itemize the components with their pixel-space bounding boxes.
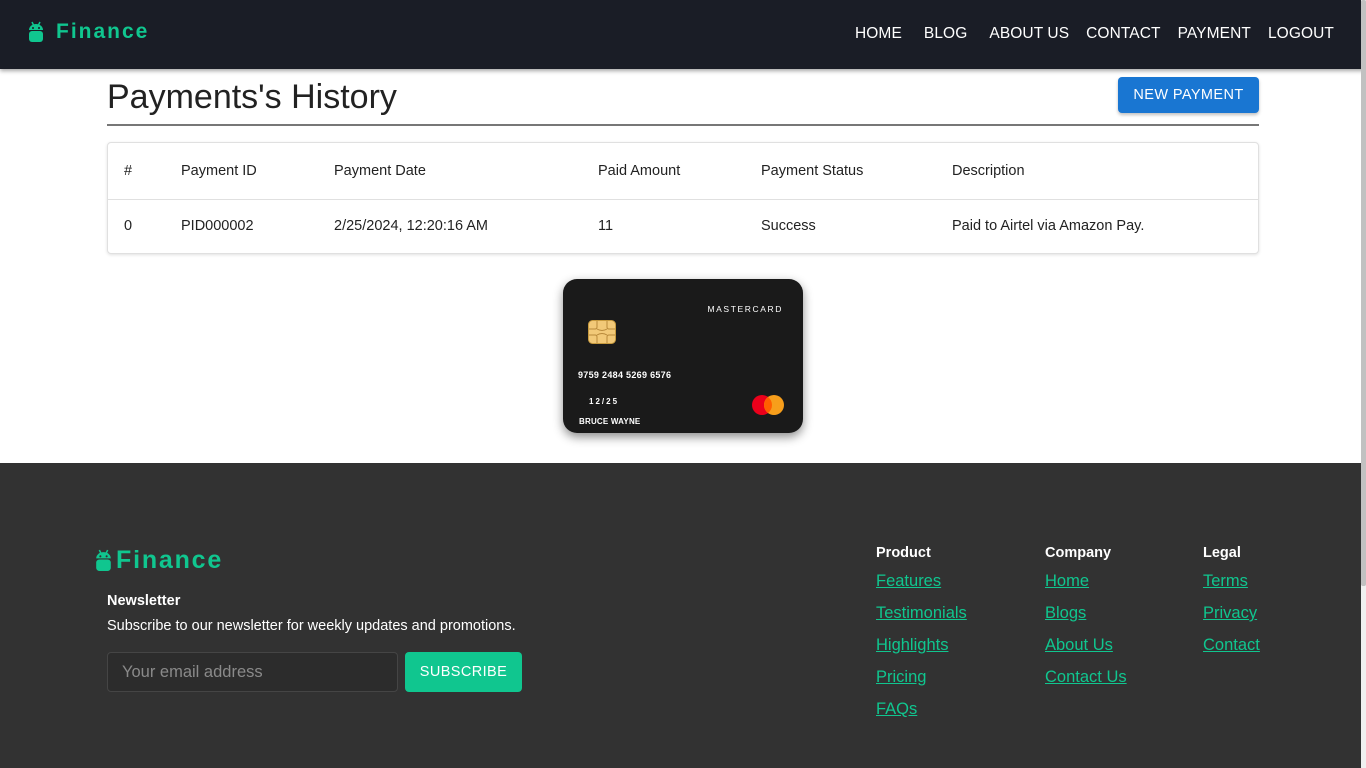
new-payment-button[interactable]: NEW PAYMENT [1118, 77, 1259, 113]
cell-paid-amount: 11 [598, 218, 614, 235]
nav-logout[interactable]: LOGOUT [1268, 25, 1334, 43]
nav-home[interactable]: HOME [855, 25, 902, 43]
col-header-payment-id: Payment ID [181, 143, 334, 200]
android-icon [29, 21, 43, 42]
page-scrollbar[interactable] [1361, 0, 1366, 768]
col-header-paid-amount: Paid Amount [598, 143, 761, 200]
nav-payment[interactable]: PAYMENT [1178, 25, 1251, 43]
payments-table: # Payment ID Payment Date Paid Amount Pa… [108, 143, 1258, 253]
col-header-payment-date: Payment Date [334, 143, 598, 200]
brand-name: Finance [56, 20, 150, 43]
mastercard-logo-icon [752, 395, 784, 415]
title-divider [107, 124, 1259, 126]
nav-contact[interactable]: CONTACT [1086, 25, 1160, 43]
page-title: Payments's History [107, 78, 397, 116]
footer-link-highlights[interactable]: Highlights [876, 636, 967, 655]
footer-link-about-us[interactable]: About Us [1045, 636, 1127, 655]
payments-table-container: # Payment ID Payment Date Paid Amount Pa… [107, 142, 1259, 254]
brand-logo[interactable]: Finance [28, 20, 149, 44]
footer-column-company: Company Home Blogs About Us Contact Us [1045, 545, 1127, 700]
footer-link-features[interactable]: Features [876, 572, 967, 591]
footer-link-privacy[interactable]: Privacy [1203, 604, 1260, 623]
cell-payment-status: Success [761, 218, 816, 235]
newsletter-email-input[interactable] [107, 652, 398, 692]
android-icon [96, 549, 111, 571]
newsletter-text: Subscribe to our newsletter for weekly u… [107, 618, 516, 634]
footer-link-pricing[interactable]: Pricing [876, 668, 967, 687]
card-brand: MASTERCARD [707, 304, 783, 314]
cell-description: Paid to Airtel via Amazon Pay. [952, 218, 1145, 235]
footer-brand-name: Finance [116, 546, 224, 574]
footer-link-blogs[interactable]: Blogs [1045, 604, 1127, 623]
col-header-description: Description [952, 143, 1258, 200]
footer-brand-logo[interactable]: Finance [95, 546, 223, 575]
table-header-row: # Payment ID Payment Date Paid Amount Pa… [108, 143, 1258, 200]
footer-link-contact-us[interactable]: Contact Us [1045, 668, 1127, 687]
table-row: 0 PID000002 2/25/2024, 12:20:16 AM 11 Su… [108, 199, 1258, 253]
col-header-payment-status: Payment Status [761, 143, 952, 200]
footer-column-title: Company [1045, 545, 1112, 561]
footer-column-product: Product Features Testimonials Highlights… [876, 545, 967, 732]
card-holder-name: BRUCE WAYNE [579, 417, 641, 426]
card-chip-icon [588, 320, 616, 344]
footer-column-title: Product [876, 545, 931, 561]
newsletter-title: Newsletter [107, 593, 181, 609]
cell-payment-id: PID000002 [181, 218, 254, 235]
footer-column-legal: Legal Terms Privacy Contact [1203, 545, 1260, 668]
footer-link-testimonials[interactable]: Testimonials [876, 604, 967, 623]
card-number: 9759 2484 5269 6576 [578, 370, 672, 380]
nav-blog[interactable]: BLOG [924, 25, 967, 43]
top-navbar: Finance HOME BLOG ABOUT US CONTACT PAYME… [0, 0, 1366, 69]
site-footer: Finance Newsletter Subscribe to our news… [0, 463, 1366, 768]
card-expiry: 12/25 [589, 397, 620, 406]
footer-link-faqs[interactable]: FAQs [876, 700, 967, 719]
subscribe-button[interactable]: SUBSCRIBE [405, 652, 522, 692]
footer-link-terms[interactable]: Terms [1203, 572, 1260, 591]
footer-link-home[interactable]: Home [1045, 572, 1127, 591]
footer-column-title: Legal [1203, 545, 1241, 561]
nav-menu: HOME BLOG ABOUT US CONTACT PAYMENT LOGOU… [855, 25, 1334, 43]
cell-payment-date: 2/25/2024, 12:20:16 AM [334, 218, 488, 235]
scrollbar-thumb[interactable] [1361, 0, 1366, 586]
col-header-index: # [108, 143, 181, 200]
footer-link-contact[interactable]: Contact [1203, 636, 1260, 655]
credit-card: MASTERCARD 9759 2484 5269 6576 12/25 BRU… [563, 279, 803, 433]
nav-about-us[interactable]: ABOUT US [989, 25, 1069, 43]
cell-index: 0 [124, 218, 133, 235]
